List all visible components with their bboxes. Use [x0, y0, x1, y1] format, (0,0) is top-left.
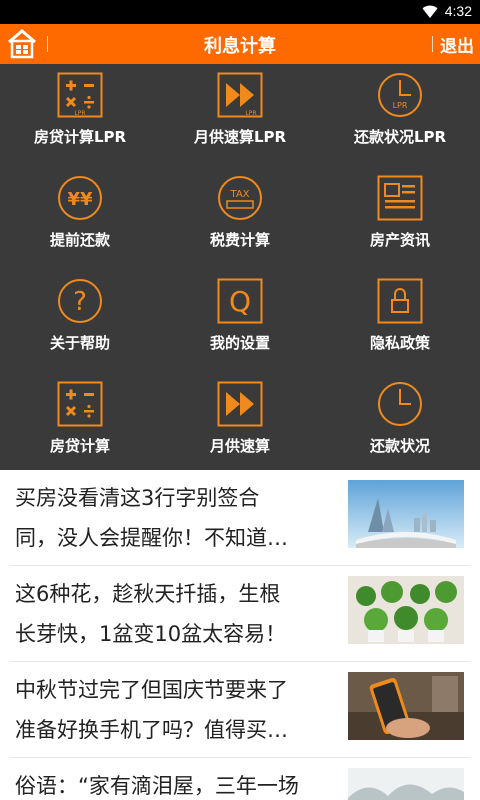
city-book-image [348, 480, 464, 548]
function-grid: LPR 房贷计算LPR LPR 月供速算LPR LPR 还款状况LPR ¥¥ 提… [0, 64, 480, 470]
menu-item-label: 房产资讯 [369, 231, 430, 249]
menu-item-label: 我的设置 [209, 334, 270, 352]
menu-item-label: 关于帮助 [49, 334, 110, 352]
fast-forward-icon [217, 381, 263, 427]
svg-text:Q: Q [229, 285, 251, 318]
tax-icon: TAX [218, 176, 262, 220]
menu-item-prepayment[interactable]: ¥¥ 提前还款 [0, 167, 160, 270]
menu-item-label: 提前还款 [49, 231, 110, 249]
status-time: 4:32 [444, 3, 472, 19]
divider [432, 36, 433, 52]
svg-text:LPR: LPR [74, 110, 85, 117]
list-item[interactable]: 中秋节过完了但国庆节要来了 准备好换手机了吗？值得买… [10, 662, 470, 758]
page-title: 利息计算 [204, 36, 276, 57]
menu-item-mortgage[interactable]: 房贷计算 [0, 373, 160, 476]
lock-icon [377, 278, 423, 324]
menu-item-mortgage-lpr[interactable]: LPR 房贷计算LPR [0, 64, 160, 167]
svg-text:¥¥: ¥¥ [67, 189, 93, 210]
news-headline: 买房没看清这3行字别签合 同，没人会提醒你！不知道… [15, 486, 288, 550]
news-headline: 俗语：“家有滴泪屋，三年一场 [15, 774, 299, 798]
news-headline: 这6种花，趁秋天扦插，生根 长芽快，1盆变10盆太容易！ [15, 582, 287, 646]
svg-text:LPR: LPR [393, 101, 408, 110]
menu-item-help[interactable]: ? 关于帮助 [0, 270, 160, 373]
potted-plants-image [348, 576, 464, 644]
menu-item-privacy[interactable]: 隐私政策 [320, 270, 480, 373]
news-headline: 中秋节过完了但国庆节要来了 准备好换手机了吗？值得买… [15, 678, 288, 742]
news-feed: 买房没看清这3行字别签合 同，没人会提醒你！不知道… 这6种花，趁秋天扦插，生根长… [0, 470, 480, 800]
menu-item-repayment[interactable]: 还款状况 [320, 373, 480, 476]
status-bar: 4:32 [0, 0, 480, 24]
menu-item-label: 房贷计算 [49, 437, 110, 455]
clock-icon [378, 382, 422, 426]
svg-text:LPR: LPR [245, 110, 256, 117]
svg-text:TAX: TAX [229, 189, 249, 200]
news-icon [377, 175, 423, 221]
svg-text:?: ? [73, 287, 87, 317]
help-icon: ? [58, 279, 102, 323]
calculator-icon: LPR [57, 72, 103, 118]
yen-coin-icon: ¥¥ [58, 176, 102, 220]
menu-item-payment-lpr[interactable]: LPR 月供速算LPR [160, 64, 320, 167]
fast-forward-icon: LPR [217, 72, 263, 118]
menu-item-label: 房贷计算LPR [33, 128, 127, 146]
menu-item-repayment-lpr[interactable]: LPR 还款状况LPR [320, 64, 480, 167]
exit-button[interactable]: 退出 [440, 32, 474, 57]
menu-item-label: 还款状况LPR [353, 128, 447, 146]
settings-q-icon: Q [217, 278, 263, 324]
menu-item-label: 月供速算LPR [193, 128, 287, 146]
menu-item-label: 还款状况 [369, 437, 430, 455]
menu-item-label: 隐私政策 [369, 334, 430, 352]
landscape-painting-image [348, 768, 464, 800]
list-item[interactable]: 这6种花，趁秋天扦插，生根 长芽快，1盆变10盆太容易！ [10, 566, 470, 662]
menu-item-news[interactable]: 房产资讯 [320, 167, 480, 270]
list-item[interactable]: 买房没看清这3行字别签合 同，没人会提醒你！不知道… [10, 470, 470, 566]
menu-item-payment[interactable]: 月供速算 [160, 373, 320, 476]
phone-hand-image [348, 672, 464, 740]
header: 利息计算 退出 [0, 24, 480, 64]
wifi-icon [422, 5, 438, 18]
menu-item-label: 税费计算 [209, 231, 270, 249]
list-item[interactable]: 俗语：“家有滴泪屋，三年一场 [10, 758, 470, 800]
calculator-icon [57, 381, 103, 427]
clock-icon: LPR [378, 73, 422, 117]
menu-item-label: 月供速算 [209, 437, 270, 455]
menu-item-settings[interactable]: Q 我的设置 [160, 270, 320, 373]
menu-item-tax[interactable]: TAX 税费计算 [160, 167, 320, 270]
